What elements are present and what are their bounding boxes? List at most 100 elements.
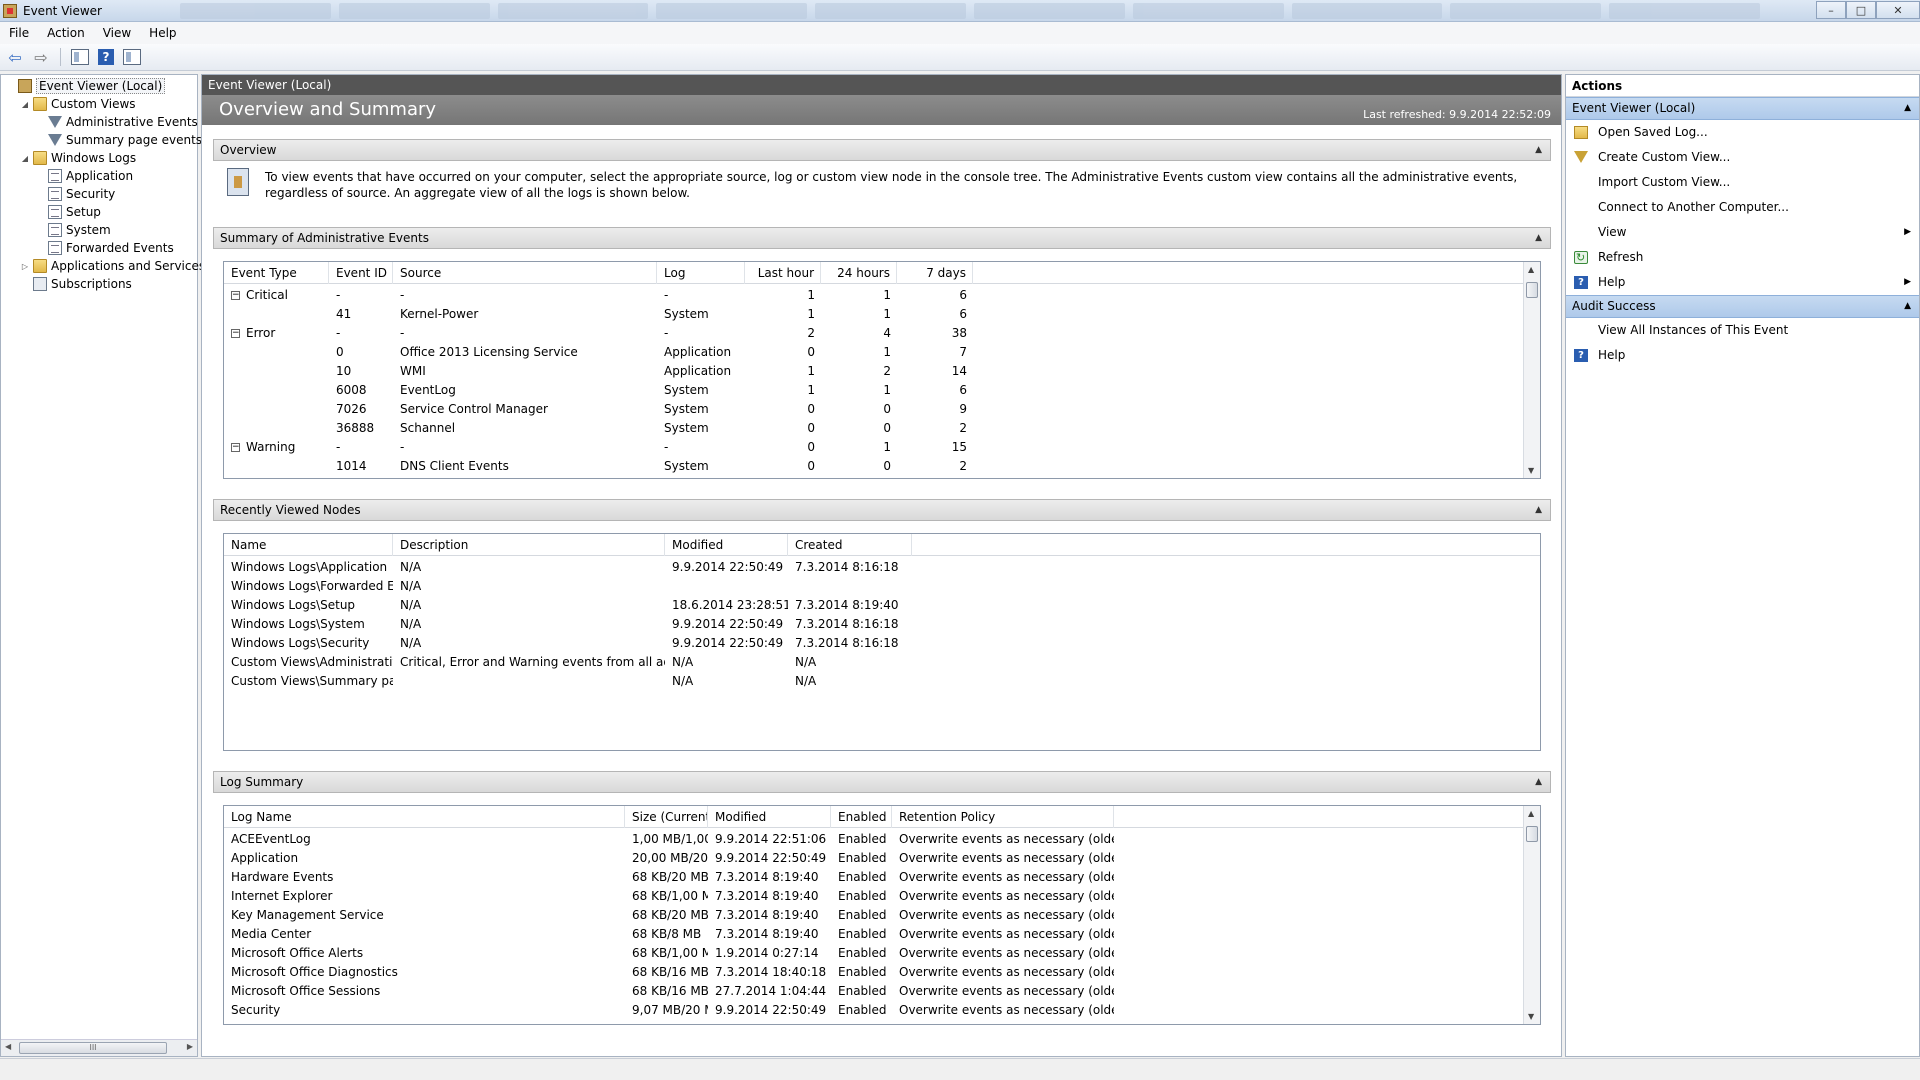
help-button[interactable]: ? (95, 46, 117, 68)
scroll-left-icon[interactable]: ◀ (5, 1042, 11, 1051)
overview-section-header[interactable]: Overview ▲ (213, 139, 1551, 161)
action-item[interactable]: Create Custom View... (1566, 145, 1919, 170)
column-header[interactable]: Created (788, 534, 912, 556)
tree-item[interactable]: Security (35, 185, 115, 203)
show-hide-action-pane-button[interactable] (121, 46, 143, 68)
table-row[interactable]: − Error - - -2 4 38 (224, 324, 1540, 343)
action-item[interactable]: Refresh (1566, 245, 1919, 270)
collapse-group-icon[interactable]: − (231, 329, 240, 338)
tree-item[interactable]: Forwarded Events (35, 239, 174, 257)
tree-item[interactable]: ◢ Custom Views (20, 95, 136, 113)
table-row[interactable]: 41 Kernel-Power System 1 1 6 (224, 305, 1540, 324)
table-row[interactable]: Windows Logs\Forwarded Events N/A (224, 577, 1540, 596)
table-row[interactable]: Windows Logs\System N/A 9.9.2014 22:50:49 7… (224, 615, 1540, 634)
action-item[interactable]: ? Help (1566, 343, 1919, 368)
column-header[interactable]: Name (224, 534, 393, 556)
table-row[interactable]: Key Management Service 68 KB/20 MB 7.3.201… (224, 906, 1540, 925)
collapse-group-icon[interactable]: ▲ (1904, 98, 1911, 119)
action-item[interactable]: Open Saved Log... (1566, 120, 1919, 145)
collapse-group-icon[interactable]: − (231, 443, 240, 452)
collapse-summary-icon[interactable]: ▲ (1535, 228, 1542, 248)
table-row[interactable]: ACEEventLog 1,00 MB/1,00 MB 9.9.2014 22:51… (224, 830, 1540, 849)
table-row[interactable]: 36888 Schannel System 0 0 2 (224, 419, 1540, 438)
column-header[interactable]: Event ID (329, 262, 393, 284)
tree-horizontal-scrollbar[interactable]: ◀ III ▶ (1, 1039, 197, 1056)
table-row[interactable]: 10 WMI Application 1 2 14 (224, 362, 1540, 381)
column-header[interactable]: Source (393, 262, 657, 284)
minimize-button[interactable]: – (1816, 1, 1846, 19)
vertical-scrollbar[interactable]: ▲ ▼ (1523, 806, 1540, 1024)
table-row[interactable]: 1014 DNS Client Events System 0 0 2 (224, 457, 1540, 476)
table-row[interactable]: Windows Logs\Application N/A 9.9.2014 22:5… (224, 558, 1540, 577)
scrollbar-thumb[interactable] (1526, 826, 1538, 842)
table-row[interactable]: Media Center 68 KB/8 MB 7.3.2014 8:19:40 En… (224, 925, 1540, 944)
action-item[interactable]: View ▶ (1566, 220, 1919, 245)
table-row[interactable]: Security 9,07 MB/20 MB 9.9.2014 22:50:49 En… (224, 1001, 1540, 1020)
close-button[interactable]: ✕ (1876, 1, 1920, 19)
actions-group-header[interactable]: Audit Success ▲ (1566, 295, 1919, 318)
action-item[interactable]: View All Instances of This Event (1566, 318, 1919, 343)
action-item[interactable]: ? Help ▶ (1566, 270, 1919, 295)
table-row[interactable]: 0 Office 2013 Licensing Service Applicatio… (224, 343, 1540, 362)
maximize-button[interactable]: □ (1846, 1, 1876, 19)
column-header[interactable]: Description (393, 534, 665, 556)
table-row[interactable]: Microsoft Office Diagnostics 68 KB/16 MB 7… (224, 963, 1540, 982)
tree-expander-icon[interactable]: ▷ (20, 262, 30, 271)
table-row[interactable]: Microsoft Office Alerts 68 KB/1,00 MB 1.9.… (224, 944, 1540, 963)
table-row[interactable]: Windows Logs\Security N/A 9.9.2014 22:50:4… (224, 634, 1540, 653)
column-header[interactable]: 7 days (897, 262, 973, 284)
column-header[interactable]: Log (657, 262, 745, 284)
table-row[interactable]: Windows Logs\Setup N/A 18.6.2014 23:28:51 7… (224, 596, 1540, 615)
show-hide-console-tree-button[interactable] (69, 46, 91, 68)
menu-view[interactable]: View (94, 26, 140, 40)
collapse-overview-icon[interactable]: ▲ (1535, 140, 1542, 160)
collapse-log-summary-icon[interactable]: ▲ (1535, 772, 1542, 792)
column-header[interactable]: Size (Current/... (625, 806, 708, 828)
scroll-down-icon[interactable]: ▼ (1528, 1012, 1534, 1021)
action-item[interactable]: Import Custom View... (1566, 170, 1919, 195)
column-header[interactable]: Modified (708, 806, 831, 828)
tree-expander-icon[interactable]: ◢ (20, 154, 30, 163)
tree-expander-icon[interactable]: ◢ (20, 100, 30, 109)
table-row[interactable]: Custom Views\Administrative Events Critic… (224, 653, 1540, 672)
log-summary-section-header[interactable]: Log Summary ▲ (213, 771, 1551, 793)
scrollbar-thumb[interactable] (1526, 282, 1538, 298)
tree-item[interactable]: System (35, 221, 111, 239)
menu-action[interactable]: Action (38, 26, 94, 40)
scroll-up-icon[interactable]: ▲ (1528, 809, 1534, 818)
back-button[interactable]: ⇦ (4, 46, 26, 68)
tree-item[interactable]: Application (35, 167, 133, 185)
column-header[interactable]: Event Type (224, 262, 329, 284)
column-header[interactable]: Enabled (831, 806, 892, 828)
scroll-right-icon[interactable]: ▶ (187, 1042, 193, 1051)
scroll-down-icon[interactable]: ▼ (1528, 466, 1534, 475)
menu-file[interactable]: File (0, 26, 38, 40)
tree-item[interactable]: Summary page events (35, 131, 202, 149)
table-row[interactable]: 7026 Service Control Manager System 0 0 9 (224, 400, 1540, 419)
table-row[interactable]: Custom Views\Summary page events N/A N/A (224, 672, 1540, 691)
scroll-up-icon[interactable]: ▲ (1528, 265, 1534, 274)
collapse-recent-icon[interactable]: ▲ (1535, 500, 1542, 520)
tree-item[interactable]: Subscriptions (20, 275, 132, 293)
table-row[interactable]: 6008 EventLog System 1 1 6 (224, 381, 1540, 400)
forward-button[interactable]: ⇨ (30, 46, 52, 68)
vertical-scrollbar[interactable]: ▲ ▼ (1523, 262, 1540, 478)
recent-section-header[interactable]: Recently Viewed Nodes ▲ (213, 499, 1551, 521)
table-row[interactable]: Microsoft Office Sessions 68 KB/16 MB 27.7… (224, 982, 1540, 1001)
summary-section-header[interactable]: Summary of Administrative Events ▲ (213, 227, 1551, 249)
column-header[interactable]: Last hour (745, 262, 821, 284)
column-header[interactable]: Log Name (224, 806, 625, 828)
table-row[interactable]: − Critical - - -1 1 6 (224, 286, 1540, 305)
action-item[interactable]: Connect to Another Computer... (1566, 195, 1919, 220)
tree-item[interactable]: Event Viewer (Local) (5, 77, 166, 95)
collapse-group-icon[interactable]: ▲ (1904, 296, 1911, 317)
table-row[interactable]: − Warning - - -0 1 15 (224, 438, 1540, 457)
tree-item[interactable]: ◢ Windows Logs (20, 149, 136, 167)
column-header[interactable]: 24 hours (821, 262, 897, 284)
menu-help[interactable]: Help (140, 26, 185, 40)
column-header[interactable]: Modified (665, 534, 788, 556)
table-row[interactable]: Application 20,00 MB/20 MB 9.9.2014 22:50:… (224, 849, 1540, 868)
collapse-group-icon[interactable]: − (231, 291, 240, 300)
table-row[interactable]: Internet Explorer 68 KB/1,00 MB 7.3.2014 8… (224, 887, 1540, 906)
actions-group-header[interactable]: Event Viewer (Local) ▲ (1566, 97, 1919, 120)
